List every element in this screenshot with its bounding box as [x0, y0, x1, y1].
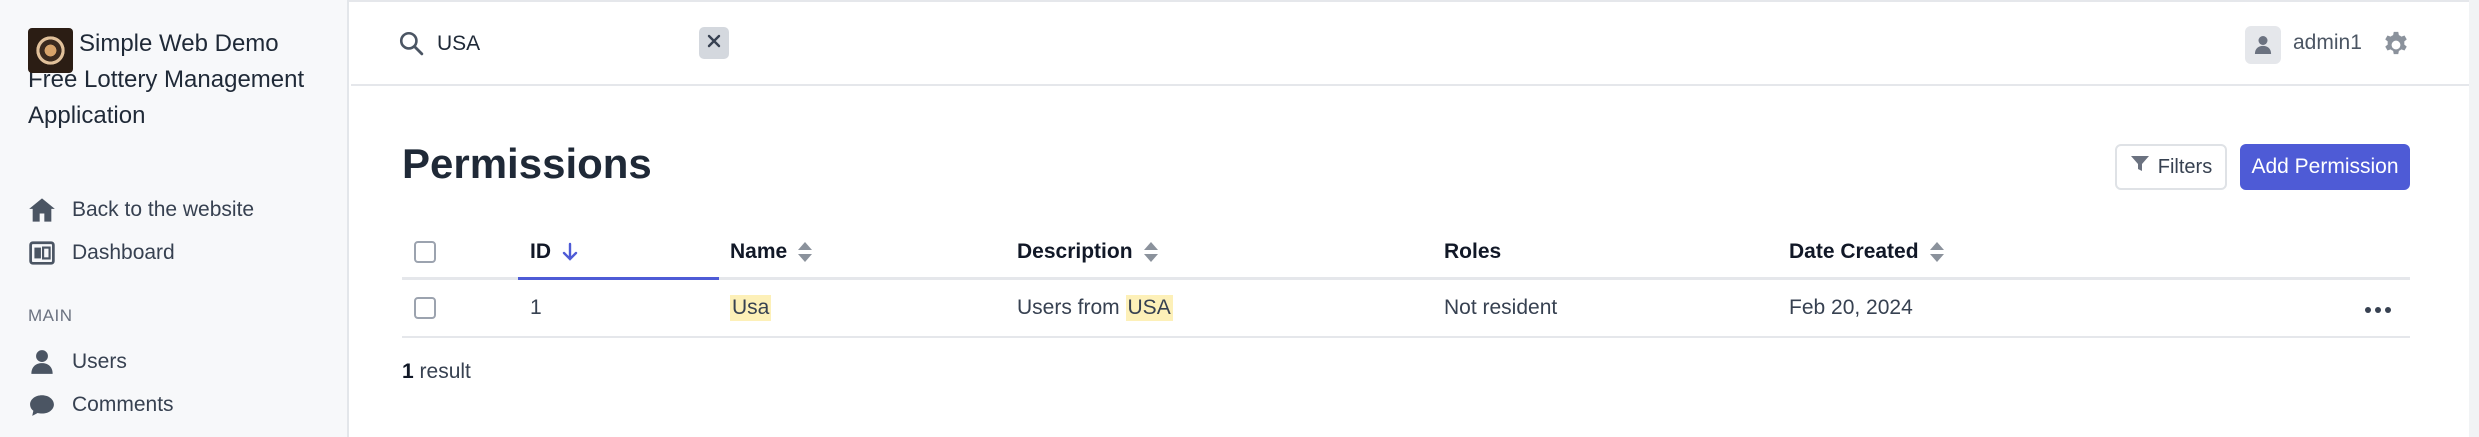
description-text: Users from — [1017, 296, 1126, 319]
sidebar-item-label: Users — [72, 349, 127, 373]
cell-name: Usa — [730, 280, 772, 336]
column-label: Date Created — [1789, 239, 1919, 263]
row-select-cell — [414, 280, 436, 336]
sort-icon — [797, 241, 813, 263]
result-number: 1 — [402, 360, 414, 383]
app-logo — [28, 28, 73, 73]
home-icon — [28, 196, 56, 224]
page-title: Permissions — [402, 140, 652, 187]
brand[interactable]: Simple Web Demo Free Lottery Management … — [28, 26, 328, 134]
result-label: result — [413, 360, 471, 383]
filters-label: Filters — [2157, 155, 2213, 178]
sidebar-item-label: Back to the website — [72, 197, 255, 221]
cell-id: 1 — [530, 296, 542, 319]
row-checkbox[interactable] — [414, 297, 436, 319]
table-row[interactable]: 1 Usa Users from USA Not resident Feb 20… — [402, 280, 2410, 338]
select-all-checkbox[interactable] — [414, 240, 436, 263]
cell-roles: Not resident — [1444, 296, 1558, 319]
dashboard-icon — [28, 239, 56, 267]
sidebar-section-main: MAIN — [28, 306, 73, 325]
sidebar-item-label: Dashboard — [72, 240, 175, 264]
result-count: 1 result — [402, 360, 471, 384]
search-input[interactable] — [437, 26, 677, 62]
sidebar: Simple Web Demo Free Lottery Management … — [0, 0, 349, 437]
column-header-date-created[interactable]: Date Created — [1789, 226, 1945, 277]
filters-button[interactable]: Filters — [2115, 144, 2227, 190]
sidebar-item-users[interactable]: Users — [28, 340, 328, 383]
sidebar-nav-top: Back to the website Dashboard — [28, 188, 328, 274]
arrow-down-icon — [561, 242, 579, 262]
close-icon — [707, 34, 721, 53]
table-header: ID Name Description Roles Date Created — [402, 226, 2410, 280]
column-label: ID — [530, 239, 551, 263]
sidebar-item-back-to-website[interactable]: Back to the website — [28, 188, 328, 231]
sidebar-item-comments[interactable]: Comments — [28, 383, 328, 426]
add-permission-button[interactable]: Add Permission — [2240, 144, 2410, 190]
search-icon — [398, 30, 424, 56]
sidebar-nav-main: Users Comments — [28, 340, 328, 426]
column-header-description[interactable]: Description — [1017, 226, 1159, 277]
cell-description: Users from USA — [1017, 280, 1173, 336]
sort-icon — [1929, 241, 1945, 263]
column-header-name[interactable]: Name — [730, 226, 813, 277]
user-name[interactable]: admin1 — [2293, 31, 2362, 55]
search-highlight: Usa — [730, 295, 772, 321]
column-header-id[interactable]: ID — [530, 226, 579, 277]
column-label: Description — [1017, 239, 1133, 263]
user-icon — [28, 348, 56, 376]
sidebar-item-label: Comments — [72, 392, 174, 416]
sidebar-item-dashboard[interactable]: Dashboard — [28, 231, 328, 274]
gear-icon[interactable] — [2381, 30, 2411, 60]
column-header-roles: Roles — [1444, 226, 1501, 277]
permissions-table: ID Name Description Roles Date Created 1… — [402, 226, 2410, 338]
more-horizontal-icon — [2364, 296, 2392, 320]
top-header: admin1 — [351, 0, 2479, 86]
cell-date-created: Feb 20, 2024 — [1789, 296, 1913, 319]
brand-title-line2: Free Lottery Management — [28, 66, 305, 93]
clear-search-button[interactable] — [699, 27, 729, 59]
select-all-cell — [414, 226, 436, 277]
avatar[interactable] — [2245, 26, 2281, 64]
page-scrollbar[interactable] — [2469, 0, 2479, 437]
filter-icon — [2130, 155, 2150, 179]
row-actions-button[interactable] — [2364, 280, 2392, 336]
brand-title-line1: Simple Web Demo — [79, 30, 279, 57]
column-label: Roles — [1444, 239, 1502, 263]
sort-icon — [1143, 241, 1159, 263]
search-highlight: USA — [1125, 295, 1173, 321]
column-label: Name — [730, 239, 788, 263]
comment-icon — [28, 391, 56, 419]
brand-title-line3: Application — [28, 102, 146, 129]
